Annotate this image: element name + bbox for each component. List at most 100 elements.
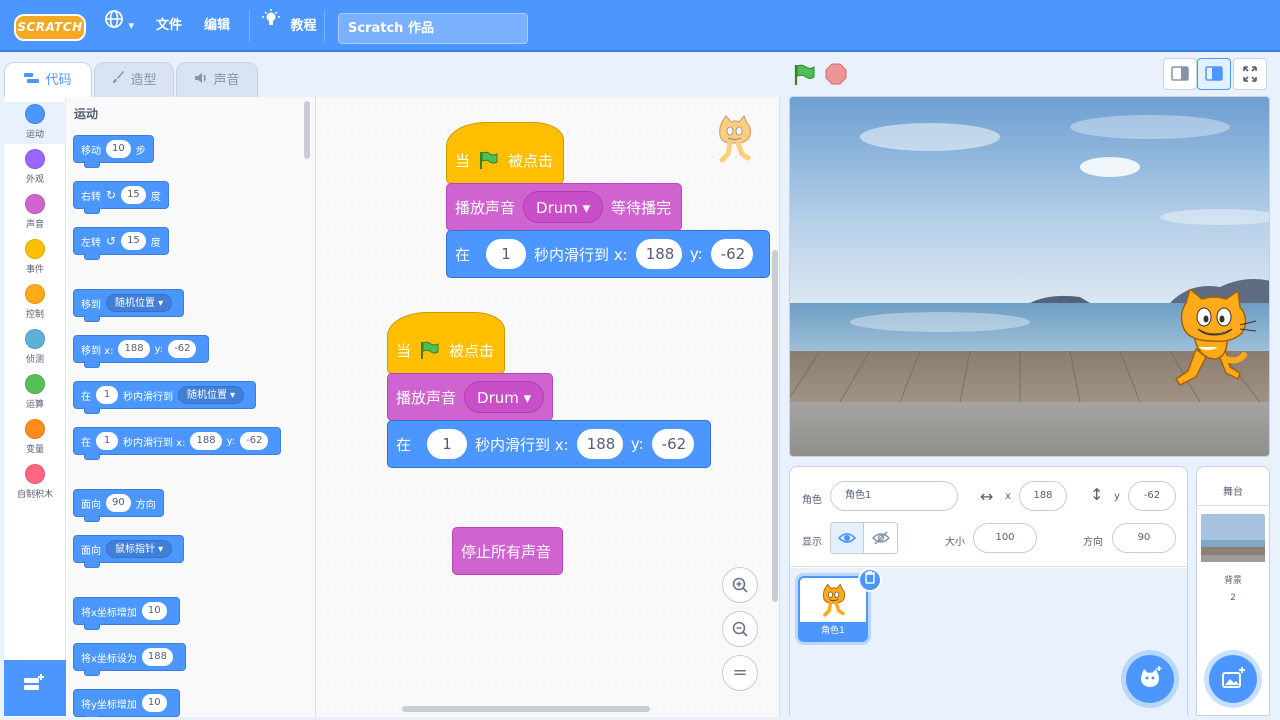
block-dropdown[interactable]: 随机位置 ▾: [178, 386, 245, 404]
image-add-icon: [1219, 667, 1247, 689]
category-label: 事件: [25, 265, 44, 275]
play-sound-block[interactable]: 播放声音 Drum ▾: [387, 373, 553, 421]
category-motion[interactable]: 运动: [4, 102, 66, 144]
glide-to-xy-block[interactable]: 在 1 秒内滑行到 x: 188 y: -62: [446, 230, 770, 278]
sprite-name-input[interactable]: 角色1: [830, 481, 958, 511]
block-input[interactable]: 188: [576, 429, 623, 459]
block-input[interactable]: 10: [141, 694, 167, 712]
tab-costumes[interactable]: 造型: [94, 62, 174, 98]
block-goto[interactable]: 移到 随机位置 ▾: [73, 289, 185, 322]
add-extension-button[interactable]: [4, 660, 66, 716]
choose-backdrop-button[interactable]: [1209, 655, 1257, 703]
block-goto-xy[interactable]: 移到 x: 188 y: -62: [73, 335, 210, 368]
small-stage-button[interactable]: [1163, 58, 1197, 90]
block-text: 将x坐标增加: [81, 607, 137, 619]
block-input[interactable]: -62: [240, 432, 269, 450]
stage-canvas[interactable]: [789, 96, 1270, 457]
block-dropdown[interactable]: 鼠标指针 ▾: [106, 540, 173, 558]
block-point-direction[interactable]: 面向 90 方向: [73, 489, 164, 522]
sprite-tile[interactable]: 角色1: [798, 568, 882, 642]
block-input[interactable]: 188: [118, 340, 150, 358]
choose-sprite-button[interactable]: [1126, 655, 1174, 703]
scratch-cat-sprite[interactable]: [1168, 289, 1258, 389]
zoom-in-button[interactable]: [722, 567, 758, 603]
stop-button[interactable]: [825, 63, 847, 85]
play-sound-until-done-block[interactable]: 播放声音 Drum ▾ 等待播完: [446, 183, 682, 231]
language-menu[interactable]: ▾: [104, 0, 134, 52]
block-text: 度: [150, 237, 161, 249]
tutorials-menu[interactable]: 教程: [262, 0, 317, 52]
category-my-blocks[interactable]: 自制积木: [4, 464, 66, 500]
block-glide-xy[interactable]: 在 1 秒内滑行到 x: 188 y: -62: [73, 427, 282, 460]
sprite-list: 角色1: [790, 568, 1187, 716]
block-input[interactable]: 188: [141, 648, 174, 666]
size-label: 大小: [945, 537, 965, 548]
normal-stage-button[interactable]: [1197, 58, 1231, 90]
block-point-towards[interactable]: 面向 鼠标指针 ▾: [73, 535, 185, 568]
block-input[interactable]: 1: [96, 432, 118, 450]
block-input[interactable]: 90: [106, 494, 131, 512]
sound-dropdown[interactable]: Drum ▾: [464, 381, 545, 413]
direction-input[interactable]: 90: [1112, 523, 1176, 553]
tutorials-label: 教程: [290, 18, 317, 34]
block-text: 面向: [81, 499, 101, 511]
block-input[interactable]: 188: [635, 239, 682, 269]
block-input[interactable]: 10: [106, 140, 131, 158]
zoom-out-button[interactable]: [722, 611, 758, 647]
block-change-y[interactable]: 将y坐标增加 10: [73, 689, 180, 717]
show-visible-button[interactable]: [830, 522, 864, 554]
block-input[interactable]: 188: [190, 432, 222, 450]
stop-all-sounds-block[interactable]: 停止所有声音: [452, 527, 563, 575]
project-title-input[interactable]: Scratch 作品: [338, 13, 528, 44]
block-input[interactable]: 1: [486, 239, 527, 269]
block-text: 步: [135, 145, 146, 157]
size-input[interactable]: 100: [973, 523, 1037, 553]
block-input[interactable]: 1: [427, 429, 468, 459]
sound-dropdown[interactable]: Drum ▾: [523, 191, 604, 223]
block-input[interactable]: -62: [710, 239, 753, 269]
glide-to-xy-block[interactable]: 在 1 秒内滑行到 x: 188 y: -62: [387, 420, 711, 468]
category-events[interactable]: 事件: [4, 239, 66, 275]
scratch-logo[interactable]: SCRATCH: [14, 14, 86, 41]
block-turn-left[interactable]: 左转 ↺ 15 度: [73, 227, 169, 260]
category-control[interactable]: 控制: [4, 284, 66, 320]
block-move-steps[interactable]: 移动 10 步: [73, 135, 154, 168]
category-sensing[interactable]: 侦测: [4, 329, 66, 365]
block-turn-right[interactable]: 右转 ↻ 15 度: [73, 181, 169, 214]
script-area-vertical-scrollbar[interactable]: [772, 250, 778, 602]
when-flag-clicked-block[interactable]: 当 被点击: [387, 312, 505, 374]
tab-sounds[interactable]: 声音: [176, 62, 258, 98]
block-dropdown[interactable]: 随机位置 ▾: [106, 294, 173, 312]
palette-scrollbar[interactable]: [304, 101, 310, 159]
category-sound[interactable]: 声音: [4, 194, 66, 230]
lightbulb-icon: [262, 0, 280, 52]
green-flag-button[interactable]: [792, 63, 816, 87]
fullscreen-button[interactable]: [1233, 58, 1267, 90]
sprite-tile-name: 角色1: [800, 622, 866, 640]
y-input[interactable]: -62: [1128, 481, 1176, 511]
vertical-arrows-icon: ↕: [1090, 485, 1104, 504]
tab-code[interactable]: 代码: [4, 62, 92, 98]
file-menu[interactable]: 文件: [156, 0, 182, 52]
delete-sprite-button[interactable]: [858, 568, 882, 592]
block-input[interactable]: -62: [168, 340, 197, 358]
when-flag-clicked-block[interactable]: 当 被点击: [446, 122, 564, 184]
category-looks[interactable]: 外观: [4, 149, 66, 185]
sprite-properties: 角色 角色1 ↔ x 188 ↕ y -62 显示 大小 100 方向 90: [790, 467, 1187, 567]
zoom-reset-button[interactable]: =: [722, 655, 758, 691]
edit-menu[interactable]: 编辑: [204, 0, 230, 52]
block-change-x[interactable]: 将x坐标增加 10: [73, 597, 180, 630]
block-input[interactable]: 1: [96, 386, 118, 404]
show-hidden-button[interactable]: [864, 522, 898, 554]
block-input[interactable]: 15: [121, 186, 146, 204]
block-set-x[interactable]: 将x坐标设为 188: [73, 643, 187, 676]
block-input[interactable]: -62: [651, 429, 694, 459]
block-input[interactable]: 15: [121, 232, 146, 250]
script-area-horizontal-scrollbar[interactable]: [402, 706, 650, 712]
rotate-counterclockwise-icon: ↺: [106, 234, 117, 248]
block-glide-random[interactable]: 在 1 秒内滑行到 随机位置 ▾: [73, 381, 257, 414]
x-input[interactable]: 188: [1019, 481, 1067, 511]
category-variables[interactable]: 变量: [4, 419, 66, 455]
category-operators[interactable]: 运算: [4, 374, 66, 410]
block-input[interactable]: 10: [141, 602, 167, 620]
